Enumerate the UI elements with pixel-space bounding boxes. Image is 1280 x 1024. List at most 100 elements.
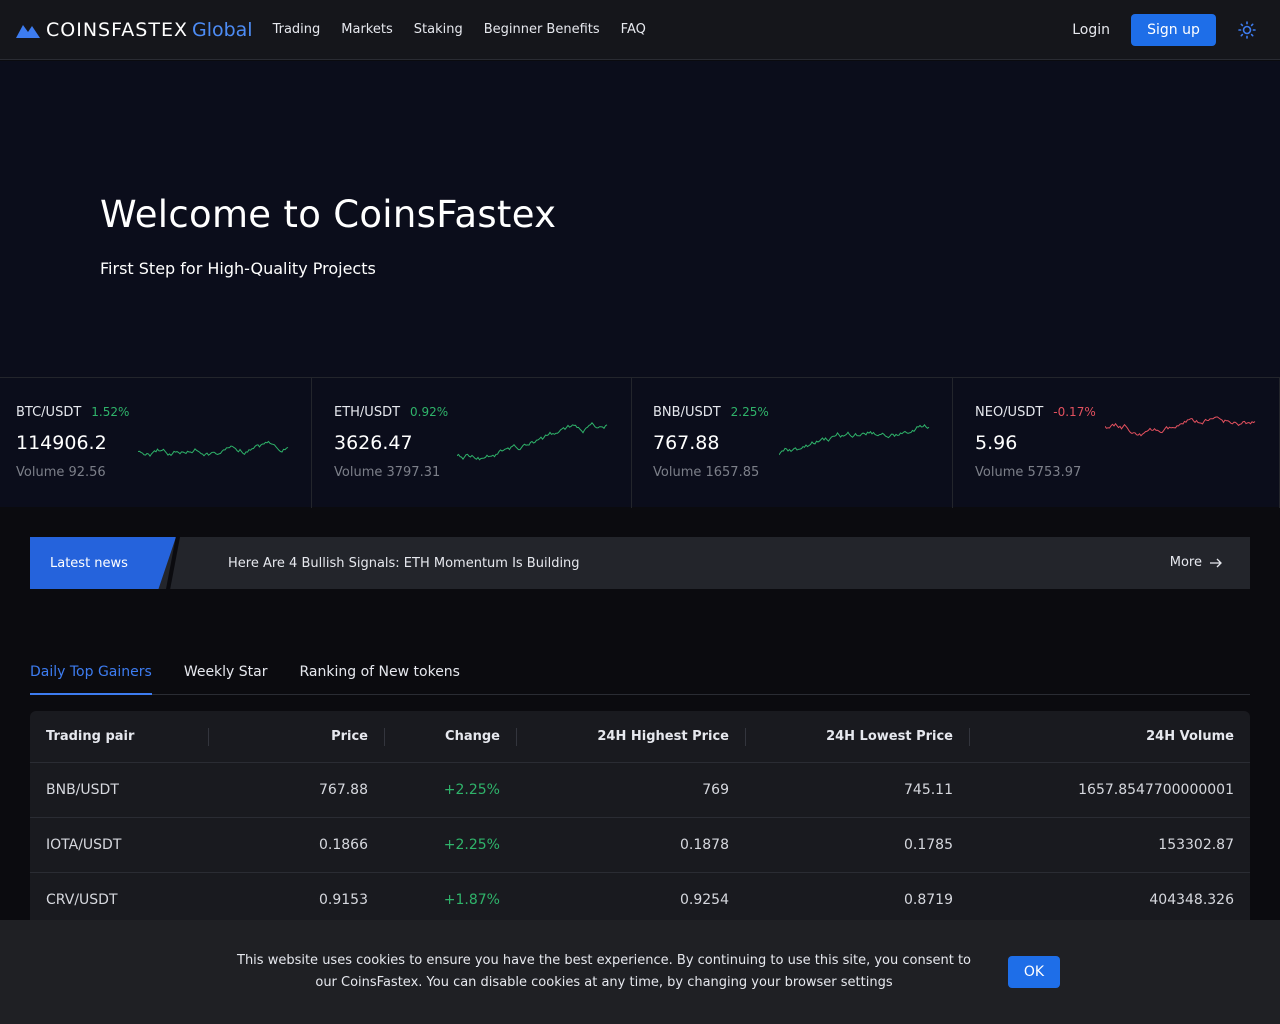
- nav-staking[interactable]: Staking: [414, 22, 463, 37]
- ticker-pair-row: NEO/USDT -0.17%: [975, 405, 1096, 420]
- ticker-change: 2.25%: [730, 405, 769, 419]
- ticker-card-neo[interactable]: NEO/USDT -0.17% 5.96 Volume 5753.97: [953, 378, 1280, 508]
- ticker-price: 3626.47: [334, 432, 413, 454]
- ticker-sparkline: [1105, 416, 1256, 437]
- cell-price: 767.88: [208, 761, 384, 817]
- cell-24h-volume: 1657.8547700000001: [969, 761, 1250, 817]
- cell-24h-high: 0.1878: [516, 816, 745, 872]
- cell-24h-low: 0.1785: [745, 816, 969, 872]
- news-more-link[interactable]: More: [1170, 555, 1222, 570]
- column-header-label: Price: [331, 728, 368, 744]
- ticker-pair-row: ETH/USDT 0.92%: [334, 405, 448, 420]
- cell-trading-pair: CRV/USDT: [30, 871, 208, 927]
- ticker-pair-row: BNB/USDT 2.25%: [653, 405, 769, 420]
- tab-ranking-new-tokens[interactable]: Ranking of New tokens: [300, 650, 460, 695]
- column-divider: [208, 728, 209, 746]
- news-headline[interactable]: Here Are 4 Bullish Signals: ETH Momentum…: [228, 556, 580, 571]
- column-header-24h-high[interactable]: 24H Highest Price: [516, 711, 745, 762]
- column-divider: [384, 728, 385, 746]
- table-row[interactable]: IOTA/USDT 0.1866 +2.25% 0.1878 0.1785 15…: [30, 816, 1250, 872]
- column-divider: [516, 728, 517, 746]
- hero-subtitle: First Step for High-Quality Projects: [100, 259, 376, 278]
- hero-title: Welcome to CoinsFastex: [100, 193, 557, 236]
- sun-icon[interactable]: [1238, 20, 1256, 39]
- cell-trading-pair: IOTA/USDT: [30, 816, 208, 872]
- cell-24h-high: 0.9254: [516, 871, 745, 927]
- ticker-pair: NEO/USDT: [975, 405, 1044, 420]
- nav-beginner-benefits[interactable]: Beginner Benefits: [484, 22, 600, 37]
- ticker-volume: Volume 5753.97: [975, 465, 1082, 480]
- latest-news-label: Latest news: [50, 556, 128, 571]
- news-more-label: More: [1169, 555, 1202, 570]
- cookie-message: This website uses cookies to ensure you …: [237, 953, 971, 990]
- column-header-trading-pair[interactable]: Trading pair: [30, 711, 208, 762]
- logo-subtext: Global: [191, 18, 253, 41]
- login-link[interactable]: Login: [1072, 22, 1110, 38]
- column-divider: [969, 728, 970, 746]
- column-header-label: 24H Lowest Price: [826, 728, 953, 744]
- table-row[interactable]: BNB/USDT 767.88 +2.25% 769 745.11 1657.8…: [30, 761, 1250, 817]
- ticker-sparkline: [779, 423, 930, 456]
- nav-faq[interactable]: FAQ: [621, 22, 646, 37]
- cell-price: 0.9153: [208, 871, 384, 927]
- cell-change: +2.25%: [384, 761, 516, 817]
- column-header-24h-volume[interactable]: 24H Volume: [969, 711, 1250, 762]
- ticker-volume: Volume 1657.85: [653, 465, 760, 480]
- ticker-price: 5.96: [975, 432, 1018, 454]
- column-header-label: 24H Highest Price: [597, 728, 729, 744]
- main-nav: Trading Markets Staking Beginner Benefit…: [273, 22, 667, 37]
- ticker-card-btc[interactable]: BTC/USDT 1.52% 114906.2 Volume 92.56: [0, 378, 312, 508]
- logo-text: COINSFASTEX: [46, 18, 188, 41]
- latest-news-tag: Latest news: [30, 537, 176, 589]
- cell-change: +2.25%: [384, 816, 516, 872]
- ticker-volume: Volume 92.56: [16, 465, 106, 480]
- top-navbar: COINSFASTEX Global Trading Markets Staki…: [0, 0, 1280, 60]
- ticker-price: 114906.2: [16, 432, 107, 454]
- cell-change: +1.87%: [384, 871, 516, 927]
- nav-markets[interactable]: Markets: [341, 22, 392, 37]
- ticker-card-eth[interactable]: ETH/USDT 0.92% 3626.47 Volume 3797.31: [312, 378, 632, 508]
- cell-trading-pair: BNB/USDT: [30, 761, 208, 817]
- brand-logo[interactable]: COINSFASTEX Global: [16, 0, 253, 60]
- ticker-pair: BTC/USDT: [16, 405, 82, 420]
- arrow-right-icon: [1210, 558, 1222, 567]
- news-bar: Latest news Here Are 4 Bullish Signals: …: [30, 537, 1250, 589]
- ticker-change: 0.92%: [410, 405, 449, 419]
- signup-button[interactable]: Sign up: [1131, 13, 1216, 46]
- ticker-pair: ETH/USDT: [334, 405, 401, 420]
- cell-price: 0.1866: [208, 816, 384, 872]
- ticker-volume: Volume 3797.31: [334, 465, 441, 480]
- cookie-ok-button[interactable]: OK: [1008, 956, 1060, 988]
- ticker-pair: BNB/USDT: [653, 405, 721, 420]
- ticker-change: -0.17%: [1053, 405, 1096, 419]
- column-header-24h-low[interactable]: 24H Lowest Price: [745, 711, 969, 762]
- table-header-row: Trading pair Price Change 24H Highest Pr…: [30, 711, 1250, 762]
- cookie-banner: This website uses cookies to ensure you …: [0, 920, 1280, 1024]
- ranking-tabs: Daily Top Gainers Weekly Star Ranking of…: [30, 650, 1250, 695]
- column-header-change[interactable]: Change: [384, 711, 516, 762]
- cell-24h-volume: 404348.326: [969, 871, 1250, 927]
- cell-24h-low: 0.8719: [745, 871, 969, 927]
- ticker-change: 1.52%: [91, 405, 130, 419]
- gainers-table: Trading pair Price Change 24H Highest Pr…: [30, 711, 1250, 941]
- ticker-sparkline: [457, 422, 608, 461]
- ticker-price: 767.88: [653, 432, 720, 454]
- column-header-label: Change: [445, 728, 500, 744]
- ticker-pair-row: BTC/USDT 1.52%: [16, 405, 129, 420]
- column-header-label: 24H Volume: [1146, 728, 1234, 744]
- cell-24h-high: 769: [516, 761, 745, 817]
- table-row[interactable]: CRV/USDT 0.9153 +1.87% 0.9254 0.8719 404…: [30, 871, 1250, 927]
- ticker-sparkline: [138, 440, 289, 457]
- column-header-price[interactable]: Price: [208, 711, 384, 762]
- ticker-card-bnb[interactable]: BNB/USDT 2.25% 767.88 Volume 1657.85: [632, 378, 953, 508]
- hero-banner: Welcome to CoinsFastex First Step for Hi…: [0, 61, 1280, 377]
- ticker-strip: BTC/USDT 1.52% 114906.2 Volume 92.56 ETH/…: [0, 377, 1280, 508]
- logo-icon: [16, 24, 40, 38]
- header-actions: Login Sign up: [1072, 13, 1256, 46]
- tab-daily-top-gainers[interactable]: Daily Top Gainers: [30, 650, 152, 695]
- column-divider: [745, 728, 746, 746]
- cell-24h-volume: 153302.87: [969, 816, 1250, 872]
- nav-trading[interactable]: Trading: [273, 22, 321, 37]
- tab-weekly-star[interactable]: Weekly Star: [184, 650, 268, 695]
- cell-24h-low: 745.11: [745, 761, 969, 817]
